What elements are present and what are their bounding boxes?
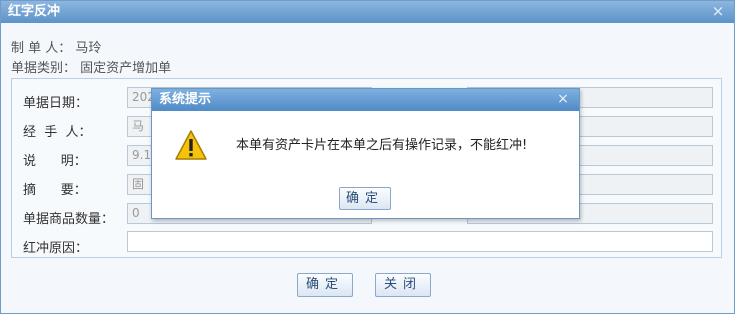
message-text: 本单有资产卡片在本单之后有操作记录，不能红冲!: [236, 138, 528, 153]
summary-label: 摘 要：: [23, 183, 87, 198]
handler-label: 经 手 人：: [23, 125, 92, 140]
message-title-bar: 系统提示: [152, 89, 579, 111]
doc-type-value: 固定资产增加单: [80, 61, 172, 76]
maker-row: 制 单 人： 马玲: [11, 37, 101, 56]
reason-label: 红冲原因：: [23, 241, 89, 256]
close-button[interactable]: 关闭: [375, 273, 431, 297]
dialog-title: 红字反冲: [8, 4, 61, 19]
system-message-box: 系统提示 × 本单有资产卡片在本单之后有操作记录，不能红冲! 确定: [151, 88, 580, 219]
dialog-close-icon[interactable]: ×: [710, 1, 726, 23]
note-label: 说 明：: [23, 154, 87, 169]
reason-input[interactable]: [127, 231, 713, 252]
message-ok-button[interactable]: 确定: [339, 187, 391, 210]
message-close-icon[interactable]: ×: [555, 89, 571, 111]
date-label: 单据日期：: [23, 96, 89, 111]
qty-label: 单据商品数量：: [23, 212, 115, 227]
confirm-button[interactable]: 确定: [297, 273, 353, 297]
maker-label: 制 单 人：: [11, 41, 72, 56]
warning-icon: [175, 130, 207, 160]
dialog-title-bar: 红字反冲: [1, 1, 734, 23]
doc-type-row: 单据类别： 固定资产增加单: [11, 57, 171, 76]
doc-type-label: 单据类别：: [11, 61, 77, 76]
message-title: 系统提示: [159, 92, 212, 107]
maker-value: 马玲: [75, 41, 102, 56]
